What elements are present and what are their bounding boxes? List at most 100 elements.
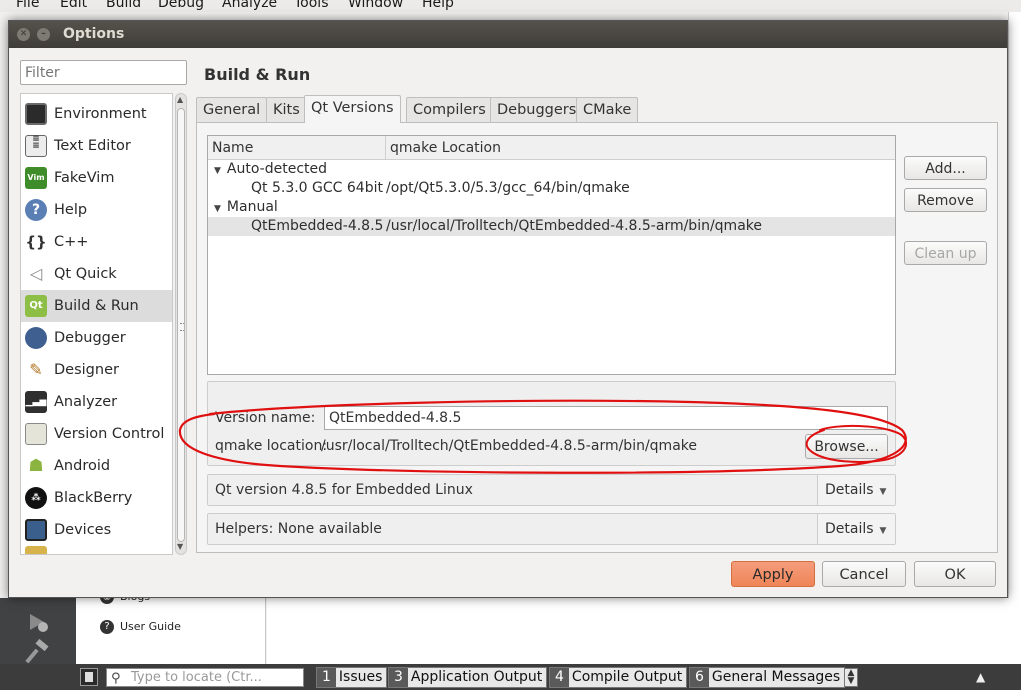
tab-debuggers[interactable]: Debuggers	[490, 97, 584, 122]
nav-item-analyzer[interactable]: ▁▃▅ Analyzer	[21, 386, 172, 418]
menubar: File Edit Build Debug Analyze Tools Wind…	[0, 0, 1021, 12]
nav-item-version-control[interactable]: Version Control	[21, 418, 172, 450]
menu-file[interactable]: File	[16, 0, 39, 11]
table-row-selected[interactable]: QtEmbedded-4.8.5 /usr/local/Trolltech/Qt…	[208, 217, 895, 236]
application-output-button[interactable]: 3 Application Output	[388, 667, 548, 688]
scrollbar-thumb[interactable]	[177, 108, 185, 542]
dialog-titlebar: ✕ – Options	[9, 21, 1007, 48]
expand-arrow-icon[interactable]: ▼	[214, 204, 221, 214]
category-list: Environment ≡ ≡ Text Editor Vim FakeVim ?…	[20, 93, 173, 555]
welcome-main-area	[267, 598, 1021, 664]
tab-kits[interactable]: Kits	[266, 97, 307, 122]
clean-up-button[interactable]: Clean up	[904, 241, 987, 265]
tab-general[interactable]: General	[196, 97, 268, 122]
add-button[interactable]: Add...	[904, 156, 987, 180]
options-dialog: ✕ – Options Environment ≡≡ Text Editor V…	[8, 20, 1008, 598]
scroll-down-icon[interactable]: ▼	[177, 542, 183, 551]
welcome-sidebar: ◉Blogs ?User Guide	[76, 590, 266, 664]
qt-versions-table: Name qmake Location ▼ Auto-detected Qt 5.…	[207, 135, 896, 375]
menu-tools[interactable]: Tools	[294, 0, 329, 11]
version-control-icon	[25, 423, 47, 445]
apply-button[interactable]: Apply	[731, 561, 815, 587]
devices-icon	[25, 519, 47, 541]
qmake-location-label: qmake location:	[215, 438, 328, 454]
version-name-label: Version name:	[215, 410, 316, 426]
version-details: Version name: qmake location: /usr/local…	[207, 381, 896, 466]
cancel-button[interactable]: Cancel	[822, 561, 906, 587]
tree-group-auto-detected[interactable]: ▼ Auto-detected	[208, 160, 895, 179]
nav-item-fakevim[interactable]: Vim FakeVim	[21, 162, 172, 194]
tree-group-manual[interactable]: ▼ Manual	[208, 198, 895, 217]
qt-versions-panel: Name qmake Location ▼ Auto-detected Qt 5.…	[196, 122, 998, 553]
android-icon: ☗	[25, 455, 47, 477]
build-run-icon: Qt	[25, 295, 47, 317]
user-guide-link[interactable]: ? User Guide	[100, 620, 181, 634]
browse-button[interactable]: Browse...	[805, 434, 888, 459]
page-title: Build & Run	[204, 65, 311, 84]
chevron-up-icon[interactable]: ▲	[976, 670, 985, 684]
minimize-icon[interactable]: –	[37, 28, 50, 41]
version-name-input[interactable]	[324, 406, 888, 430]
menu-debug[interactable]: Debug	[158, 0, 204, 11]
sidebar-toggle-button[interactable]	[80, 668, 98, 686]
monitor-icon	[25, 103, 47, 125]
nav-item-cpp[interactable]: {} C++	[21, 226, 172, 258]
tab-compilers[interactable]: Compilers	[406, 97, 493, 122]
background-editor-edge	[1008, 12, 1021, 598]
help-icon: ?	[25, 199, 47, 221]
issues-pane-button[interactable]: 1 Issues	[316, 667, 388, 688]
chevron-down-icon: ▼	[879, 487, 887, 497]
column-name[interactable]: Name	[208, 136, 386, 160]
hammer-icon[interactable]	[24, 638, 52, 666]
folder-icon	[25, 546, 47, 554]
details-button-helpers[interactable]: Details ▼	[817, 514, 895, 544]
nav-item-qt-quick[interactable]: ◁ Qt Quick	[21, 258, 172, 290]
qt-quick-icon: ◁	[25, 263, 47, 285]
filter-input[interactable]	[20, 60, 187, 85]
locator-input[interactable]: ⚲ Type to locate (Ctr...	[106, 668, 304, 687]
close-icon[interactable]: ✕	[17, 28, 30, 41]
helpers-info-row: Helpers: None available Details ▼	[207, 513, 896, 545]
remove-button[interactable]: Remove	[904, 188, 987, 212]
chevron-down-icon: ▼	[879, 526, 887, 536]
blackberry-icon: ⁂	[25, 487, 47, 509]
analyzer-icon: ▁▃▅	[25, 391, 47, 413]
table-row[interactable]: Qt 5.3.0 GCC 64bit /opt/Qt5.3.0/5.3/gcc_…	[208, 179, 895, 198]
expand-arrow-icon[interactable]: ▼	[214, 166, 221, 176]
debug-mode-icon[interactable]	[24, 608, 52, 636]
nav-item-android[interactable]: ☗ Android	[21, 450, 172, 482]
qt-version-info-row: Qt version 4.8.5 for Embedded Linux Deta…	[207, 474, 896, 506]
helpers-info: Helpers: None available	[215, 521, 382, 537]
tab-qt-versions[interactable]: Qt Versions	[304, 95, 401, 123]
scroll-up-icon[interactable]: ▲	[177, 95, 183, 104]
nav-item-designer[interactable]: ✎ Designer	[21, 354, 172, 386]
menu-analyze[interactable]: Analyze	[222, 0, 277, 11]
general-messages-button[interactable]: 6 General Messages	[689, 667, 846, 688]
tab-cmake[interactable]: CMake	[576, 97, 639, 122]
table-header: Name qmake Location	[208, 136, 895, 160]
compile-output-button[interactable]: 4 Compile Output	[549, 667, 688, 688]
category-scrollbar[interactable]: ▲ ▼	[175, 93, 187, 555]
nav-item-help[interactable]: ? Help	[21, 194, 172, 226]
details-button-version[interactable]: Details ▼	[817, 475, 895, 505]
menu-help[interactable]: Help	[422, 0, 454, 11]
cpp-braces-icon: {}	[25, 231, 47, 253]
nav-item-blackberry[interactable]: ⁂ BlackBerry	[21, 482, 172, 514]
status-bar: ⚲ Type to locate (Ctr... 1 Issues 3 Applic…	[0, 664, 1021, 690]
qt-version-info: Qt version 4.8.5 for Embedded Linux	[215, 482, 473, 498]
nav-item-build-run[interactable]: Qt Build & Run	[21, 290, 172, 322]
menu-window[interactable]: Window	[348, 0, 403, 11]
menu-build[interactable]: Build	[106, 0, 141, 11]
question-icon: ?	[100, 620, 114, 634]
nav-item-debugger[interactable]: Debugger	[21, 322, 172, 354]
column-qmake-location[interactable]: qmake Location	[386, 136, 895, 160]
nav-item-environment[interactable]: Environment	[21, 98, 172, 130]
nav-item-text-editor[interactable]: ≡ ≡ Text Editor	[21, 130, 172, 162]
ok-button[interactable]: OK	[914, 561, 996, 587]
pane-stepper[interactable]: ▲ ▼	[844, 668, 858, 687]
menu-edit[interactable]: Edit	[60, 0, 87, 11]
nav-item-more[interactable]	[21, 546, 172, 554]
mode-selector	[0, 598, 76, 664]
dialog-title: Options	[63, 26, 125, 42]
nav-item-devices[interactable]: Devices	[21, 514, 172, 546]
